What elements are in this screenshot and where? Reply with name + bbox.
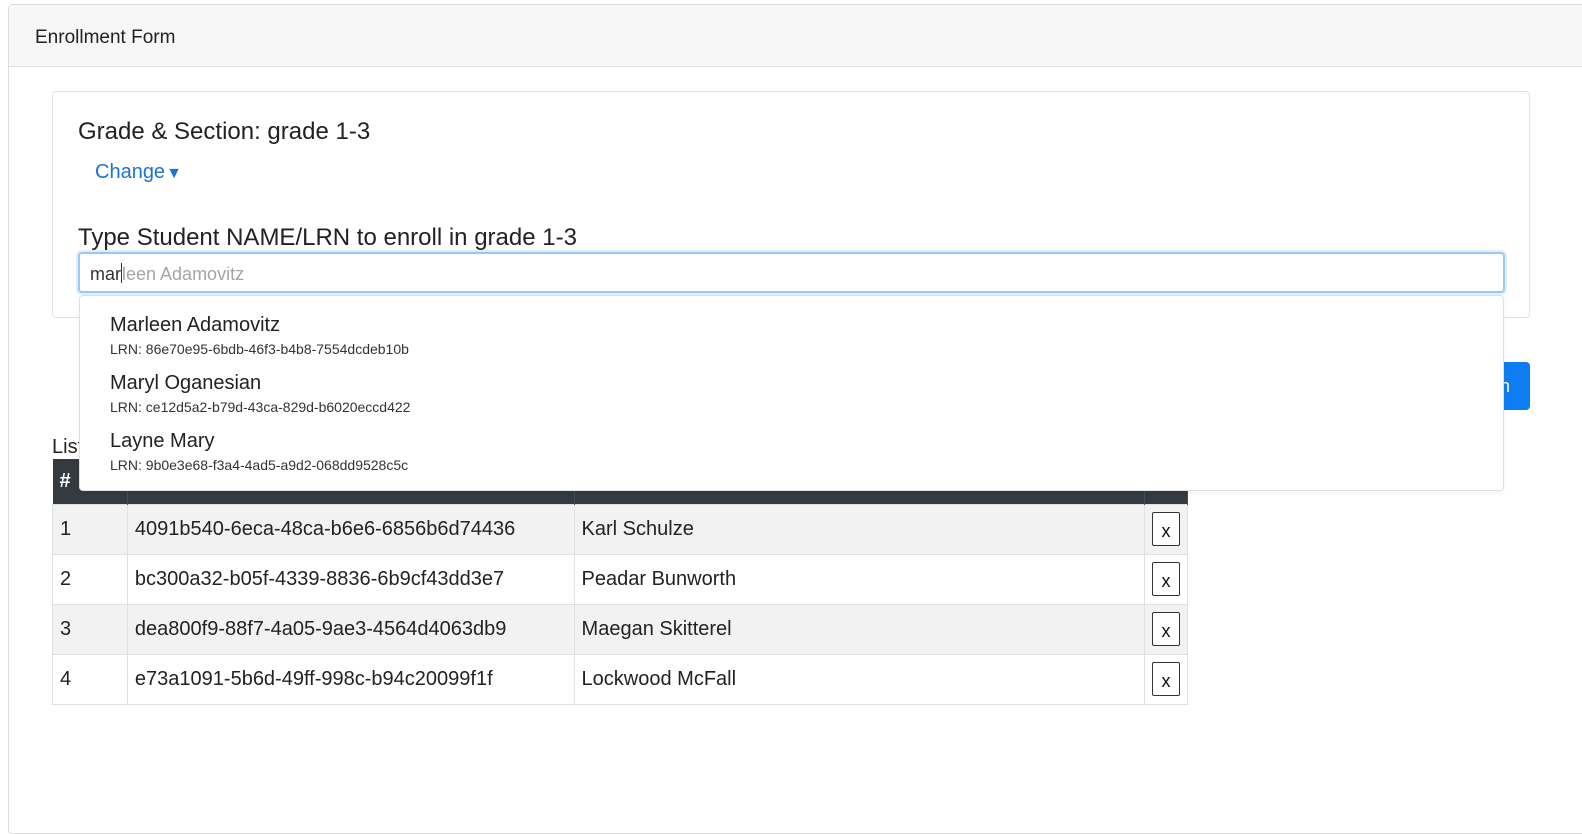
suggestion-name: Maryl Oganesian: [110, 372, 262, 394]
row-action-cell: x: [1143, 653, 1189, 705]
grade-section-title: Grade & Section: grade 1-3: [78, 118, 371, 145]
suggestion-lrn: LRN: 9b0e3e68-f3a4-4ad5-a9d2-068dd9528c5…: [110, 457, 409, 473]
table-row: 2 bc300a32-b05f-4339-8836-6b9cf43dd3e7 P…: [52, 553, 1189, 605]
row-action-cell: x: [1143, 603, 1189, 655]
remove-student-button[interactable]: x: [1151, 512, 1180, 546]
row-lrn: dea800f9-88f7-4a05-9ae3-4564d4063db9: [126, 603, 575, 655]
row-name: Maegan Skitterel: [573, 603, 1145, 655]
suggestion-dropdown: Marleen Adamovitz LRN: 86e70e95-6bdb-46f…: [79, 295, 1504, 491]
student-search-label: Type Student NAME/LRN to enroll in grade…: [78, 224, 577, 251]
suggestion-name: Layne Mary: [110, 430, 215, 452]
change-link-label: Change: [95, 161, 166, 183]
page-title: Enrollment Form: [35, 27, 176, 48]
search-typed-value: mar: [90, 264, 121, 284]
table-row: 3 dea800f9-88f7-4a05-9ae3-4564d4063db9 M…: [52, 603, 1189, 655]
row-action-cell: x: [1143, 553, 1189, 605]
card-header: Enrollment Form: [9, 5, 1582, 67]
row-lrn: bc300a32-b05f-4339-8836-6b9cf43dd3e7: [126, 553, 575, 605]
remove-student-button[interactable]: x: [1151, 662, 1180, 696]
row-number: 4: [52, 653, 128, 705]
suggestion-lrn: LRN: 86e70e95-6bdb-46f3-b4b8-7554dcdeb10…: [110, 341, 409, 357]
row-lrn: 4091b540-6eca-48ca-b6e6-6856b6d74436: [126, 503, 575, 555]
remove-student-button[interactable]: x: [1151, 612, 1180, 646]
suggestion-lrn: LRN: ce12d5a2-b79d-43ca-829d-b6020eccd42…: [110, 399, 411, 415]
suggestion-item[interactable]: Marleen Adamovitz LRN: 86e70e95-6bdb-46f…: [110, 314, 409, 357]
row-action-cell: x: [1143, 503, 1189, 555]
student-search-input[interactable]: marleen Adamovitz: [78, 252, 1505, 293]
search-autocomplete-hint: leen Adamovitz: [122, 264, 245, 284]
row-name: Karl Schulze: [573, 503, 1145, 555]
table-row: 1 4091b540-6eca-48ca-b6e6-6856b6d74436 K…: [52, 503, 1189, 555]
row-name: Peadar Bunworth: [573, 553, 1145, 605]
row-number: 1: [52, 503, 128, 555]
row-name: Lockwood McFall: [573, 653, 1145, 705]
remove-student-button[interactable]: x: [1151, 562, 1180, 596]
enrolled-students-table: # 1 4091b540-6eca-48ca-b6e6-6856b6d74436…: [52, 459, 1189, 705]
change-section-link[interactable]: Change▼: [95, 161, 182, 184]
search-text: marleen Adamovitz: [90, 263, 244, 285]
suggestion-name: Marleen Adamovitz: [110, 314, 281, 336]
row-number: 2: [52, 553, 128, 605]
row-lrn: e73a1091-5b6d-49ff-998c-b94c20099f1f: [126, 653, 575, 705]
suggestion-item[interactable]: Layne Mary LRN: 9b0e3e68-f3a4-4ad5-a9d2-…: [110, 430, 408, 473]
suggestion-item[interactable]: Maryl Oganesian LRN: ce12d5a2-b79d-43ca-…: [110, 372, 410, 415]
row-number: 3: [52, 603, 128, 655]
table-row: 4 e73a1091-5b6d-49ff-998c-b94c20099f1f L…: [52, 653, 1189, 705]
caret-down-icon: ▼: [166, 165, 182, 182]
